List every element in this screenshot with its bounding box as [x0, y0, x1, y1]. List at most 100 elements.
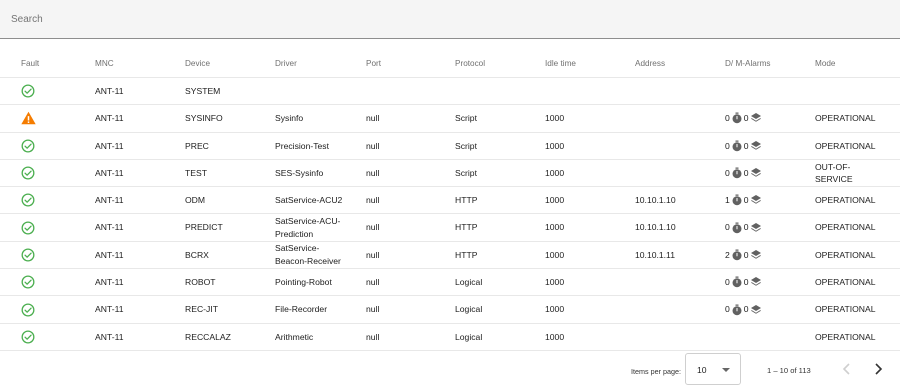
- cell-mnc: ANT-11: [95, 85, 124, 96]
- cell-mode: OPERATIONAL: [815, 195, 876, 206]
- cell-mnc: ANT-11: [95, 113, 124, 124]
- cell-mnc: ANT-11: [95, 195, 124, 206]
- cell-address: 10.10.1.11: [635, 249, 675, 260]
- cell-driver: SatService- Beacon-Receiver: [275, 243, 341, 266]
- column-header-mode[interactable]: Mode: [815, 50, 895, 77]
- cell-device: TEST: [185, 167, 207, 178]
- table-row[interactable]: ANT-11 ODM SatService-ACU2 null HTTP 1000 10.1…: [0, 187, 900, 215]
- layers-icon: [750, 249, 761, 259]
- cell-driver: SatService-ACU2: [275, 195, 343, 206]
- cell-port: null: [366, 167, 380, 178]
- cell-mnc: ANT-11: [95, 277, 124, 287]
- cell-driver: Sysinfo: [275, 113, 304, 124]
- cell-driver: SatService-ACU- Prediction: [275, 216, 341, 239]
- cell-fault: [21, 78, 51, 104]
- cell-mnc: ANT-11: [95, 304, 124, 315]
- device-alarm-count: 2: [725, 249, 730, 260]
- cell-alarms: 20: [725, 242, 805, 268]
- cell-alarms: 00: [725, 133, 805, 159]
- table-row[interactable]: ANT-11 RECCALAZ Arithmetic null Logical 1000 O…: [0, 324, 900, 351]
- cell-device: ODM: [185, 195, 206, 206]
- cell-device: PREC: [185, 140, 209, 151]
- page-range-label: 1 – 10 of 113: [767, 366, 811, 375]
- chevron-right-icon: [875, 363, 883, 375]
- module-alarm-count: 0: [743, 195, 749, 206]
- column-header-idle-time[interactable]: Idle time: [545, 50, 625, 77]
- check-circle-icon: [21, 221, 35, 235]
- cell-mode: OPERATIONAL: [815, 304, 876, 315]
- table-row[interactable]: ANT-11 PREDICT SatService-ACU- Prediction n…: [0, 214, 900, 242]
- cell-idle-time: 1000: [545, 222, 565, 233]
- cell-device: PREDICT: [185, 222, 223, 233]
- cell-idle-time: 1000: [545, 113, 565, 124]
- cell-fault: [21, 296, 51, 322]
- cell-mode: OPERATIONAL: [815, 113, 876, 124]
- cell-mode: OPERATIONAL: [815, 277, 876, 287]
- stopwatch-icon: [732, 276, 742, 288]
- cell-alarms: 10: [725, 187, 805, 213]
- cell-protocol: [455, 78, 535, 104]
- cell-idle-time: 1000: [545, 249, 565, 260]
- cell-device: BCRX: [185, 249, 209, 260]
- layers-icon: [750, 168, 761, 177]
- module-alarm-count: 0: [743, 113, 749, 124]
- table-row[interactable]: ANT-11 ROBOT Pointing-Robot null Logical 1000…: [0, 269, 900, 297]
- cell-mnc: ANT-11: [95, 167, 124, 178]
- check-circle-icon: [21, 166, 35, 180]
- cell-mode: OPERATIONAL: [815, 140, 876, 151]
- cell-alarms: 00: [725, 160, 805, 186]
- cell-port: [366, 78, 446, 104]
- column-header-port[interactable]: Port: [366, 50, 446, 77]
- cell-address: [635, 133, 715, 159]
- cell-device: SYSTEM: [185, 85, 221, 96]
- device-alarm-count: 0: [725, 167, 730, 178]
- column-header-protocol[interactable]: Protocol: [455, 50, 535, 77]
- previous-page-button[interactable]: [837, 359, 857, 379]
- table-row[interactable]: ANT-11 SYSINFO Sysinfo null Script 1000 0 0 OPER…: [0, 105, 900, 133]
- table-row[interactable]: ANT-11 REC-JIT File-Recorder null Logical 100…: [0, 296, 900, 324]
- column-header-address[interactable]: Address: [635, 50, 715, 77]
- stopwatch-icon: [732, 194, 742, 206]
- cell-port: null: [366, 222, 380, 233]
- table-row[interactable]: ANT-11 BCRX SatService- Beacon-Receiver nul…: [0, 242, 900, 270]
- cell-fault: [21, 242, 51, 268]
- cell-mode: OPERATIONAL: [815, 331, 876, 342]
- page-size-select[interactable]: 10: [685, 353, 741, 385]
- search-bar: [0, 0, 900, 39]
- cell-port: null: [366, 140, 380, 151]
- cell-fault: [21, 187, 51, 213]
- search-input[interactable]: [0, 0, 900, 38]
- cell-protocol: Script: [455, 167, 477, 178]
- cell-protocol: Logical: [455, 304, 483, 315]
- check-circle-icon: [21, 139, 35, 153]
- cell-alarms: 00: [725, 214, 805, 240]
- cell-mode: OPERATIONAL: [815, 222, 876, 233]
- cell-protocol: Script: [455, 140, 477, 151]
- cell-alarms: 00: [725, 105, 805, 131]
- column-header-alarms[interactable]: D/ M-Alarms: [725, 50, 805, 77]
- table-row[interactable]: ANT-11 TEST SES-Sysinfo null Script 1000 0 0 OUT…: [0, 160, 900, 188]
- cell-device: REC-JIT: [185, 304, 218, 315]
- column-header-driver[interactable]: Driver: [275, 50, 363, 77]
- cell-fault: [21, 269, 51, 295]
- table-row[interactable]: ANT-11 PREC Precision-Test null Script 1000 0 0…: [0, 133, 900, 160]
- table-row[interactable]: ANT-11 SYSTEM: [0, 78, 900, 106]
- table-body: ANT-11 SYSTEM ANT-11 SYSINFO Sysinfo null Scri…: [0, 78, 900, 351]
- cell-mnc: ANT-11: [95, 222, 124, 233]
- column-header-fault[interactable]: Fault: [21, 50, 51, 77]
- module-alarm-count: 0: [743, 277, 749, 287]
- cell-idle-time: 1000: [545, 140, 565, 151]
- cell-address: [635, 269, 715, 295]
- cell-port: null: [366, 331, 380, 342]
- cell-alarms: [725, 324, 805, 350]
- column-header-device[interactable]: Device: [185, 50, 265, 77]
- stopwatch-icon: [732, 222, 742, 233]
- cell-fault: [21, 105, 51, 131]
- cell-mode: OPERATIONAL: [815, 249, 876, 260]
- column-header-mnc[interactable]: MNC: [95, 50, 175, 77]
- next-page-button[interactable]: [868, 359, 888, 379]
- items-per-page-label: Items per page:: [631, 367, 681, 376]
- cell-protocol: HTTP: [455, 222, 478, 233]
- cell-protocol: Logical: [455, 277, 483, 287]
- cell-address: [635, 78, 715, 104]
